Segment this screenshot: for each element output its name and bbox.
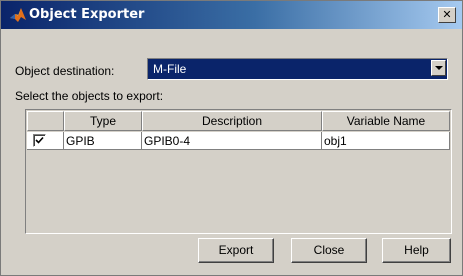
check-icon xyxy=(35,136,44,144)
title-bar[interactable]: Object Exporter ✕ xyxy=(1,1,462,29)
window-title: Object Exporter xyxy=(29,7,145,22)
matlab-membrane-icon xyxy=(9,6,27,24)
header-description[interactable]: Description xyxy=(142,111,322,131)
table-row[interactable]: GPIB GPIB0-4 obj1 xyxy=(27,132,450,150)
export-checkbox[interactable] xyxy=(33,134,46,147)
close-button[interactable]: Close xyxy=(291,238,367,263)
row-description[interactable]: GPIB0-4 xyxy=(142,132,322,150)
objects-label: Select the objects to export: xyxy=(15,89,164,103)
destination-selected-value: M-File xyxy=(153,62,187,76)
row-checkbox-cell[interactable] xyxy=(27,132,64,150)
export-button[interactable]: Export xyxy=(198,238,274,263)
destination-select[interactable]: M-File xyxy=(147,58,448,80)
object-exporter-window: Object Exporter ✕ Object destination: M-… xyxy=(0,0,463,276)
close-icon: ✕ xyxy=(442,8,452,21)
chevron-down-icon[interactable] xyxy=(431,60,446,76)
destination-label: Object destination: xyxy=(15,64,115,78)
header-checkbox-column[interactable] xyxy=(27,111,64,131)
row-type[interactable]: GPIB xyxy=(64,132,142,150)
close-window-button[interactable]: ✕ xyxy=(438,7,456,23)
help-button[interactable]: Help xyxy=(382,238,451,263)
row-variable-name[interactable]: obj1 xyxy=(322,132,450,150)
header-variable-name[interactable]: Variable Name xyxy=(322,111,450,131)
header-type[interactable]: Type xyxy=(64,111,142,131)
objects-table: Type Description Variable Name GPIB GPIB… xyxy=(25,109,452,234)
